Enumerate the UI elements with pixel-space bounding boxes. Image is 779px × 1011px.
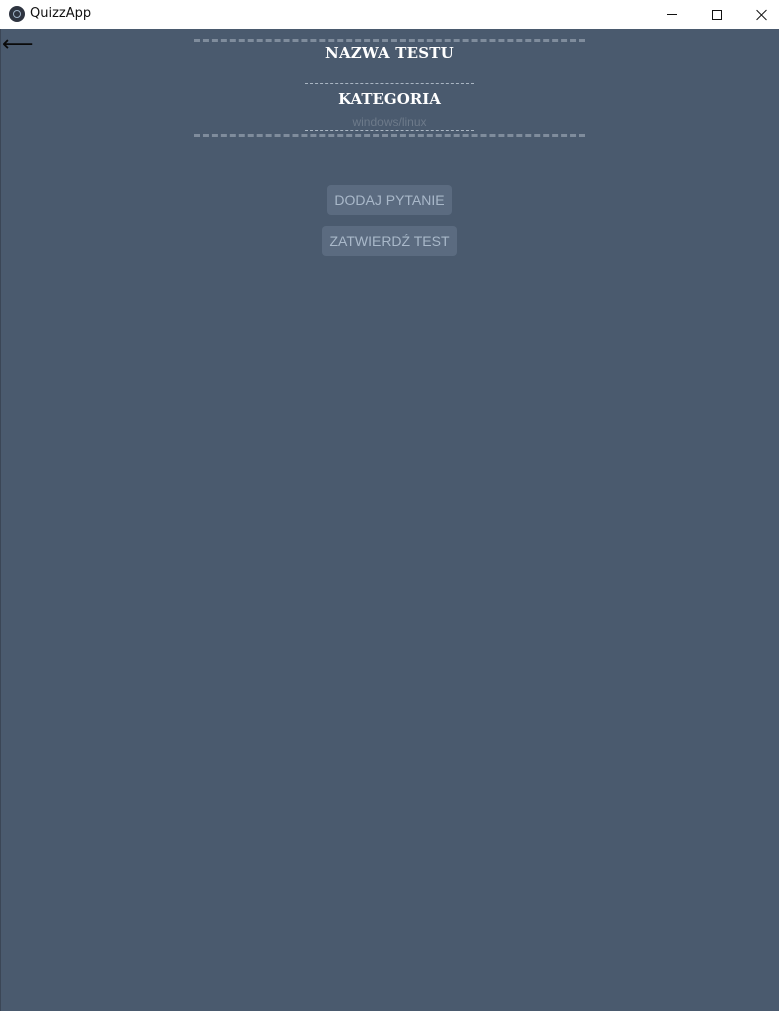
form-top-divider [194,39,585,42]
category-input[interactable] [305,114,474,131]
title-bar: QuizzApp [0,0,779,29]
confirm-test-button[interactable]: ZATWIERDŹ TEST [322,226,457,256]
test-name-underline [305,83,474,84]
test-form: NAZWA TESTU KATEGORIA [194,39,585,137]
close-button[interactable] [739,0,779,29]
category-label: KATEGORIA [338,90,441,108]
app-logo-icon [9,6,25,22]
form-bottom-divider [194,134,585,137]
back-arrow-icon[interactable]: ⟵ [2,32,34,58]
window-edge [0,29,1,1011]
window-title: QuizzApp [30,6,92,21]
close-icon [756,9,768,21]
maximize-icon [711,9,722,20]
add-question-button[interactable]: DODAJ PYTANIE [327,185,452,215]
maximize-button[interactable] [694,0,739,29]
minimize-button[interactable] [649,0,694,29]
test-name-field[interactable]: NAZWA TESTU [194,44,585,62]
minimize-icon [666,14,677,15]
